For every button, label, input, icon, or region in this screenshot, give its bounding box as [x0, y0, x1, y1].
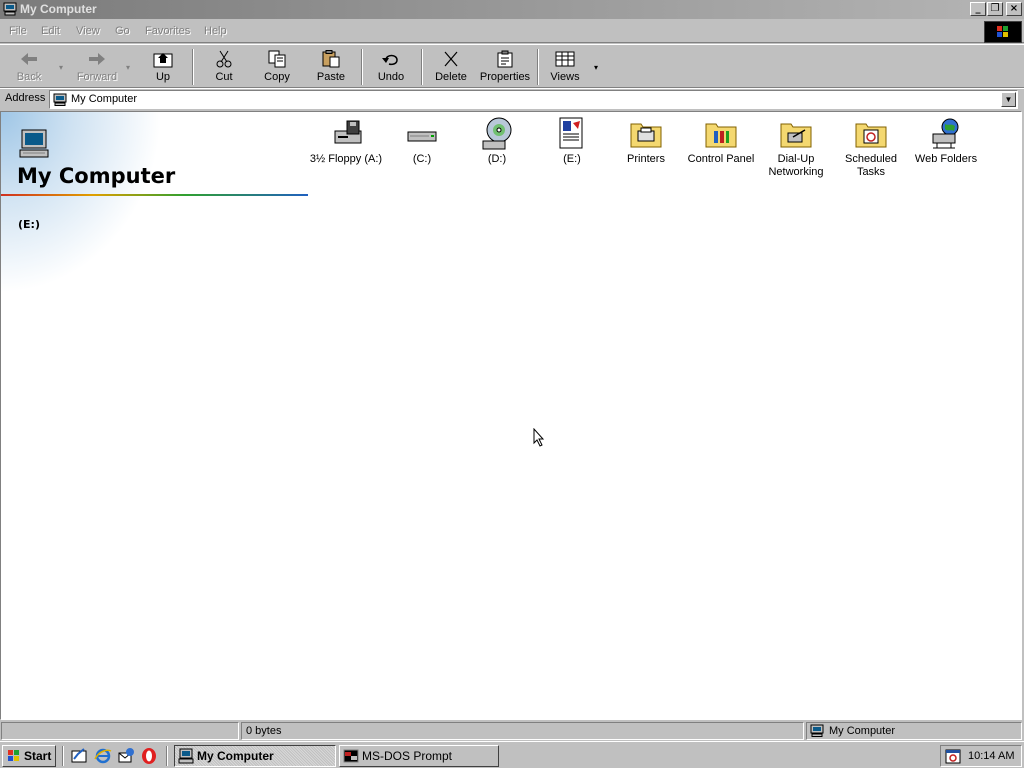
status-zone: My Computer — [806, 722, 1022, 740]
window-title: My Computer — [20, 2, 97, 16]
system-tray: 10:14 AM — [940, 745, 1022, 767]
copy-button[interactable]: Copy — [258, 48, 296, 86]
standard-toolbar: Back ▾ Forward ▾ Up Cut Copy Paste Undo … — [0, 44, 1024, 88]
my-computer-large-icon — [19, 129, 49, 158]
address-dropdown-button[interactable]: ▼ — [1001, 92, 1016, 107]
status-size: 0 bytes — [241, 722, 804, 740]
printers-item[interactable]: Printers — [606, 117, 686, 166]
menu-view[interactable]: View — [76, 25, 100, 37]
close-button[interactable]: × — [1006, 2, 1022, 16]
windows-logo-icon — [984, 21, 1022, 43]
drive-d-item[interactable]: (D:) — [457, 117, 537, 166]
control-panel-folder-icon — [705, 123, 737, 148]
my-computer-icon — [53, 93, 67, 106]
clock[interactable]: 10:14 AM — [968, 750, 1014, 762]
web-folders-item[interactable]: Web Folders — [906, 117, 986, 166]
menu-help[interactable]: Help — [204, 25, 227, 37]
web-folders-icon — [932, 118, 959, 149]
title-bar[interactable]: My Computer _ ❐ × — [0, 0, 1024, 19]
scissors-icon — [216, 50, 232, 68]
views-icon — [555, 51, 575, 67]
views-dropdown-icon[interactable]: ▾ — [594, 63, 598, 72]
taskbar-label: MS-DOS Prompt — [362, 749, 453, 763]
opera-icon[interactable] — [140, 747, 158, 765]
status-bar: 0 bytes My Computer — [0, 721, 1024, 741]
forward-arrow-icon — [89, 53, 105, 65]
address-input[interactable]: My Computer ▼ — [49, 90, 1018, 109]
paste-clipboard-icon — [322, 50, 340, 68]
dialup-folder-icon — [780, 123, 812, 148]
outlook-express-icon[interactable] — [117, 747, 135, 765]
up-folder-icon — [153, 53, 173, 68]
undo-arrow-icon — [382, 54, 398, 66]
properties-icon — [497, 50, 513, 68]
forward-dropdown-icon[interactable]: ▾ — [126, 63, 130, 72]
ms-dos-icon — [343, 749, 359, 763]
folder-view[interactable]: My Computer (E:) 3½ Floppy (A:) (C:) (D:… — [0, 111, 1022, 720]
delete-x-icon — [444, 51, 458, 67]
copy-icon — [268, 50, 286, 68]
menu-favorites[interactable]: Favorites — [145, 25, 190, 37]
control-panel-item[interactable]: Control Panel — [681, 117, 761, 166]
undo-button[interactable]: Undo — [372, 48, 410, 86]
scheduled-tasks-item[interactable]: Scheduled Tasks — [831, 117, 911, 179]
windows-flag-icon — [8, 750, 19, 761]
cut-button[interactable]: Cut — [206, 48, 242, 86]
taskbar-label: My Computer — [197, 749, 274, 763]
back-arrow-icon — [21, 53, 37, 65]
my-computer-icon — [810, 724, 824, 737]
taskbar-my-computer[interactable]: My Computer — [174, 745, 336, 767]
up-button[interactable]: Up — [144, 48, 182, 86]
properties-button[interactable]: Properties — [478, 48, 532, 86]
menu-edit[interactable]: Edit — [41, 25, 60, 37]
my-computer-icon — [178, 748, 194, 764]
status-zone-label: My Computer — [829, 725, 896, 737]
drive-a-item[interactable]: 3½ Floppy (A:) — [306, 117, 386, 166]
views-button[interactable]: Views — [545, 48, 585, 86]
show-desktop-icon[interactable] — [70, 747, 88, 765]
back-dropdown-icon[interactable]: ▾ — [59, 63, 63, 72]
my-computer-icon — [3, 2, 17, 16]
selected-item-name: (E:) — [18, 218, 40, 231]
start-label: Start — [24, 749, 52, 763]
internet-explorer-icon[interactable] — [94, 747, 112, 765]
title-divider — [1, 194, 308, 196]
paste-button[interactable]: Paste — [312, 48, 350, 86]
status-panel-left — [1, 722, 239, 740]
address-bar: Address My Computer ▼ — [0, 88, 1024, 110]
mouse-cursor-icon — [533, 428, 545, 447]
task-scheduler-tray-icon[interactable] — [945, 748, 961, 764]
cd-drive-icon — [482, 117, 512, 150]
start-button[interactable]: Start — [2, 745, 56, 767]
document-drive-icon — [559, 117, 583, 149]
taskbar-ms-dos-prompt[interactable]: MS-DOS Prompt — [339, 745, 499, 767]
dial-up-networking-item[interactable]: Dial-Up Networking — [756, 117, 836, 179]
delete-button[interactable]: Delete — [431, 48, 471, 86]
back-button[interactable]: Back — [8, 48, 50, 86]
taskbar: Start My Computer MS-DOS Prompt 10:14 AM — [0, 741, 1024, 768]
menu-bar: File Edit View Go Favorites Help — [0, 20, 1024, 43]
menu-file[interactable]: File — [9, 25, 27, 37]
drive-e-item[interactable]: (E:) — [532, 117, 612, 166]
forward-button[interactable]: Forward — [73, 48, 121, 86]
address-label: Address — [5, 92, 46, 104]
page-title: My Computer — [17, 164, 176, 188]
scheduled-tasks-folder-icon — [855, 123, 887, 148]
address-value: My Computer — [71, 93, 138, 105]
menu-go[interactable]: Go — [115, 25, 130, 37]
hard-drive-icon — [407, 131, 437, 142]
restore-button[interactable]: ❐ — [987, 2, 1003, 16]
floppy-drive-icon — [334, 120, 362, 144]
minimize-button[interactable]: _ — [970, 2, 986, 16]
printers-folder-icon — [630, 123, 662, 148]
drive-c-item[interactable]: (C:) — [382, 117, 462, 166]
